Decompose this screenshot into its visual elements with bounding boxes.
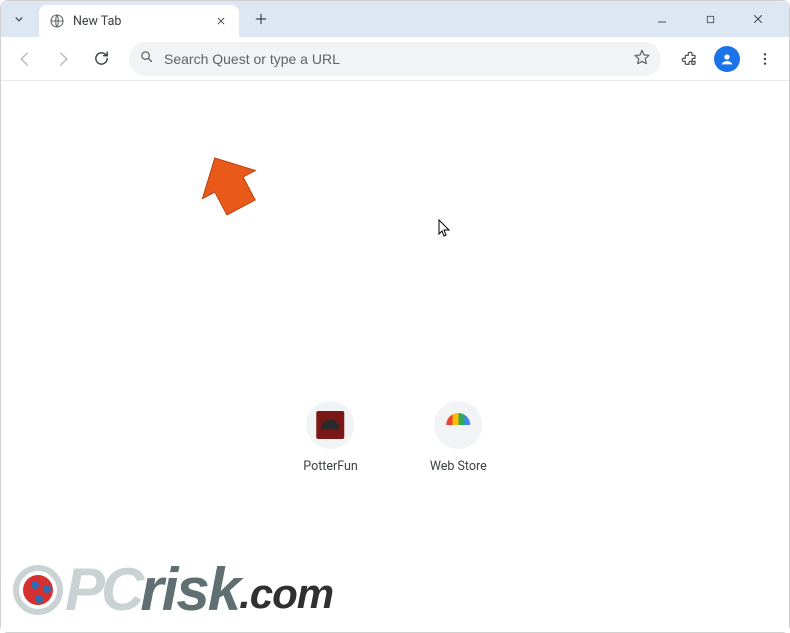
toolbar bbox=[1, 37, 789, 81]
maximize-button[interactable] bbox=[689, 5, 731, 33]
close-icon bbox=[216, 16, 226, 26]
minimize-button[interactable] bbox=[641, 5, 683, 33]
tab-title: New Tab bbox=[73, 14, 205, 29]
window-controls bbox=[641, 5, 785, 33]
watermark-text-risk: risk bbox=[140, 555, 239, 624]
menu-button[interactable] bbox=[749, 43, 781, 75]
potterfun-icon bbox=[317, 411, 345, 439]
shortcut-web-store[interactable]: Web Store bbox=[430, 401, 487, 474]
shortcut-potterfun[interactable]: PotterFun bbox=[303, 401, 358, 474]
reload-button[interactable] bbox=[85, 43, 117, 75]
extensions-button[interactable] bbox=[673, 43, 705, 75]
kebab-icon bbox=[757, 51, 773, 67]
pcrisk-watermark: PC risk .com bbox=[13, 555, 333, 624]
plus-icon bbox=[254, 12, 268, 26]
watermark-text-pc: PC bbox=[65, 555, 140, 624]
arrow-left-icon bbox=[16, 50, 34, 68]
new-tab-page: PotterFun Web Store PC risk .com bbox=[1, 81, 789, 632]
minimize-icon bbox=[656, 13, 668, 25]
address-bar[interactable] bbox=[129, 42, 661, 76]
arrow-right-icon bbox=[54, 50, 72, 68]
shortcuts-grid: PotterFun Web Store bbox=[303, 401, 486, 474]
star-icon bbox=[633, 48, 651, 66]
mouse-cursor-icon bbox=[437, 219, 453, 243]
titlebar: New Tab bbox=[1, 1, 789, 37]
chevron-down-icon bbox=[12, 12, 26, 26]
avatar-icon bbox=[714, 46, 740, 72]
shortcut-label: Web Store bbox=[430, 459, 487, 474]
browser-tab[interactable]: New Tab bbox=[39, 5, 239, 37]
shortcut-icon-circle bbox=[307, 401, 355, 449]
address-input[interactable] bbox=[164, 51, 623, 67]
new-tab-button[interactable] bbox=[247, 5, 275, 33]
forward-button[interactable] bbox=[47, 43, 79, 75]
tab-search-dropdown[interactable] bbox=[5, 5, 33, 33]
back-button[interactable] bbox=[9, 43, 41, 75]
profile-button[interactable] bbox=[711, 43, 743, 75]
bug-logo-icon bbox=[13, 565, 63, 615]
puzzle-icon bbox=[680, 50, 698, 68]
shortcut-label: PotterFun bbox=[303, 459, 358, 474]
close-icon bbox=[752, 13, 764, 25]
maximize-icon bbox=[705, 14, 716, 25]
bookmark-star-button[interactable] bbox=[633, 48, 651, 70]
search-icon bbox=[139, 49, 154, 68]
close-window-button[interactable] bbox=[737, 5, 779, 33]
shortcut-icon-circle bbox=[434, 401, 482, 449]
web-store-icon bbox=[446, 413, 470, 437]
annotation-arrow-icon bbox=[189, 151, 259, 225]
watermark-text-com: .com bbox=[239, 570, 333, 618]
tab-close-button[interactable] bbox=[213, 13, 229, 29]
globe-icon bbox=[49, 13, 65, 29]
reload-icon bbox=[93, 50, 110, 67]
